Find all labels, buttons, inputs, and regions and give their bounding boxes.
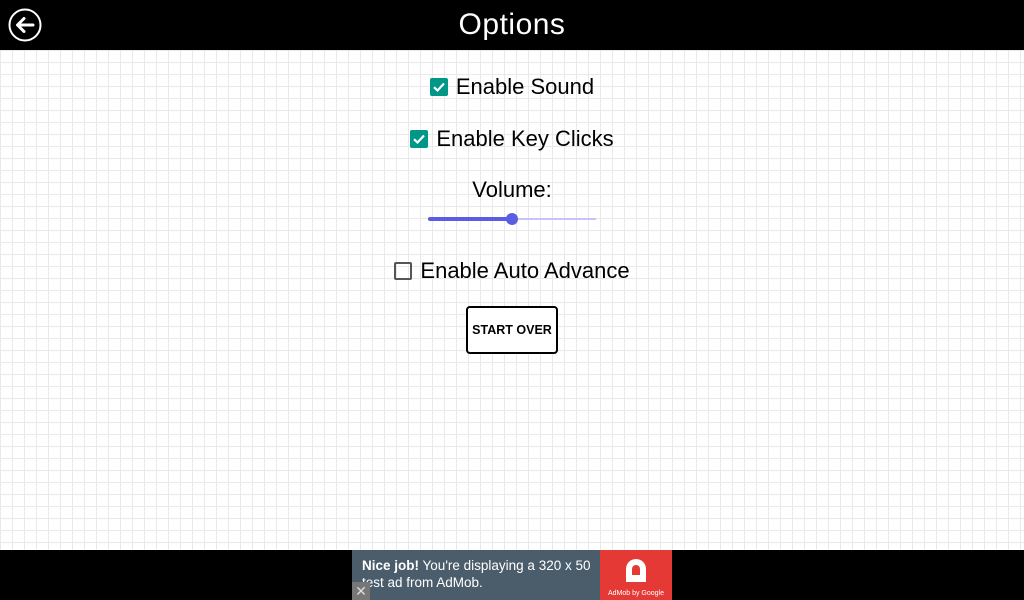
enable-sound-row: Enable Sound: [0, 74, 1024, 101]
admob-logo: AdMob by Google: [600, 550, 672, 600]
options-panel: Enable Sound Enable Key Clicks Volume: E…: [0, 50, 1024, 550]
options-screen: Options Enable Sound Enable Key Clicks V…: [0, 0, 1024, 600]
volume-row: Volume:: [0, 177, 1024, 203]
top-app-bar: Options: [0, 0, 1024, 50]
arrow-left-circle-icon: [8, 8, 42, 42]
enable-key-clicks-row: Enable Key Clicks: [0, 126, 1024, 153]
slider-thumb[interactable]: [506, 213, 518, 225]
enable-key-clicks-label: Enable Key Clicks: [436, 126, 614, 151]
checkbox-checked-icon: [410, 130, 429, 148]
checkbox-unchecked-icon: [394, 262, 413, 280]
ad-headline: Nice job!: [362, 558, 420, 573]
enable-sound-checkbox[interactable]: Enable Sound: [429, 74, 595, 100]
volume-label: Volume:: [472, 177, 552, 202]
ad-text: Nice job! You're displaying a 320 x 50 t…: [362, 557, 602, 591]
checkbox-checked-icon: [429, 78, 448, 96]
enable-key-clicks-checkbox[interactable]: Enable Key Clicks: [410, 126, 614, 152]
enable-auto-advance-row: Enable Auto Advance: [0, 258, 1024, 285]
ad-logo-caption: AdMob by Google: [607, 590, 665, 597]
volume-slider[interactable]: [428, 210, 596, 228]
test-ad-banner[interactable]: Nice job! You're displaying a 320 x 50 t…: [352, 550, 672, 600]
enable-auto-advance-checkbox[interactable]: Enable Auto Advance: [394, 258, 630, 284]
bottom-ad-bar: Nice job! You're displaying a 320 x 50 t…: [0, 550, 1024, 600]
start-over-button[interactable]: START OVER: [466, 306, 558, 354]
enable-auto-advance-label: Enable Auto Advance: [420, 258, 630, 283]
enable-sound-label: Enable Sound: [455, 74, 595, 99]
admob-icon: [626, 559, 646, 582]
back-button[interactable]: [8, 8, 42, 42]
slider-fill: [428, 217, 512, 221]
page-title: Options: [458, 8, 566, 41]
ad-close-icon[interactable]: ✕: [352, 582, 370, 600]
